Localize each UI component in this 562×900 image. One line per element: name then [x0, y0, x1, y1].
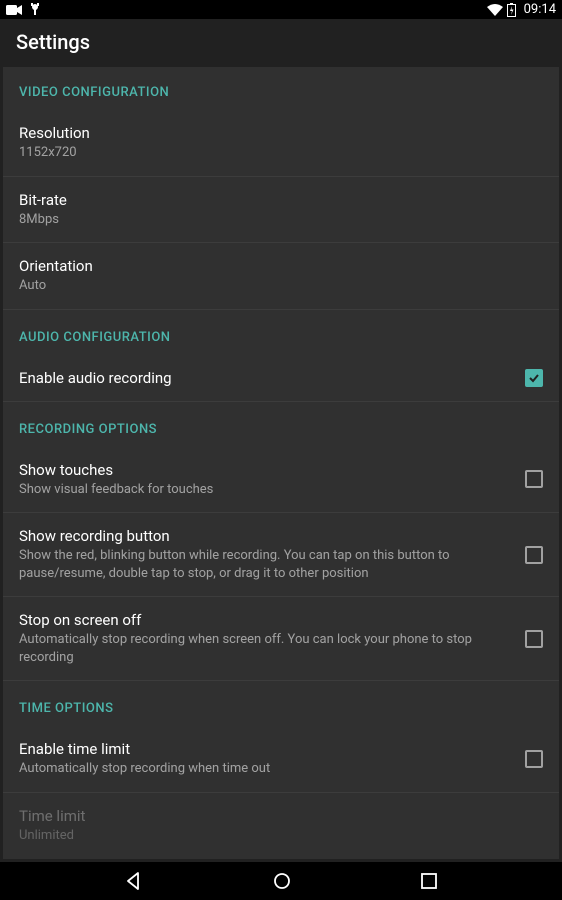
- wifi-icon: [487, 4, 503, 16]
- setting-title: Time limit: [19, 807, 531, 825]
- section-recording: RECORDING OPTIONS Show touches Show visu…: [3, 402, 559, 682]
- section-time: TIME OPTIONS Enable time limit Automatic…: [3, 681, 559, 858]
- setting-orientation[interactable]: Orientation Auto: [3, 243, 559, 310]
- section-audio: AUDIO CONFIGURATION Enable audio recordi…: [3, 310, 559, 402]
- battery-charging-icon: [507, 3, 516, 17]
- setting-bitrate[interactable]: Bit-rate 8Mbps: [3, 177, 559, 244]
- nav-back-icon[interactable]: [123, 870, 145, 892]
- setting-sub: Show the red, blinking button while reco…: [19, 547, 513, 582]
- setting-title: Show touches: [19, 461, 513, 479]
- section-header-audio: AUDIO CONFIGURATION: [3, 310, 559, 355]
- status-bar: 09:14: [0, 0, 562, 19]
- setting-time-limit: Time limit Unlimited: [3, 793, 559, 859]
- setting-stop-screen-off[interactable]: Stop on screen off Automatically stop re…: [3, 597, 559, 681]
- section-header-video: VIDEO CONFIGURATION: [3, 67, 559, 110]
- checkbox-enable-time-limit[interactable]: [525, 750, 543, 768]
- section-header-time: TIME OPTIONS: [3, 681, 559, 726]
- setting-title: Enable time limit: [19, 740, 513, 758]
- setting-title: Resolution: [19, 124, 531, 142]
- nav-home-icon[interactable]: [271, 870, 293, 892]
- usb-debug-icon: [30, 3, 40, 17]
- setting-title: Enable audio recording: [19, 369, 513, 387]
- navigation-bar: [0, 862, 562, 900]
- setting-enable-audio[interactable]: Enable audio recording: [3, 355, 559, 402]
- setting-show-recording-button[interactable]: Show recording button Show the red, blin…: [3, 513, 559, 597]
- setting-title: Stop on screen off: [19, 611, 513, 629]
- setting-sub: Automatically stop recording when screen…: [19, 631, 513, 666]
- checkbox-show-touches[interactable]: [525, 470, 543, 488]
- nav-recent-icon[interactable]: [419, 871, 439, 891]
- setting-value: 8Mbps: [19, 211, 531, 229]
- app-bar: Settings: [0, 19, 562, 64]
- setting-sub: Automatically stop recording when time o…: [19, 760, 513, 778]
- setting-value: Auto: [19, 277, 531, 295]
- setting-title: Show recording button: [19, 527, 513, 545]
- checkbox-enable-audio[interactable]: [525, 369, 543, 387]
- setting-sub: Show visual feedback for touches: [19, 481, 513, 499]
- checkbox-stop-screen-off[interactable]: [525, 630, 543, 648]
- setting-show-touches[interactable]: Show touches Show visual feedback for to…: [3, 447, 559, 514]
- setting-title: Bit-rate: [19, 191, 531, 209]
- section-video: VIDEO CONFIGURATION Resolution 1152x720 …: [3, 67, 559, 310]
- setting-title: Orientation: [19, 257, 531, 275]
- setting-enable-time-limit[interactable]: Enable time limit Automatically stop rec…: [3, 726, 559, 793]
- setting-resolution[interactable]: Resolution 1152x720: [3, 110, 559, 177]
- settings-list: VIDEO CONFIGURATION Resolution 1152x720 …: [3, 67, 559, 858]
- status-time: 09:14: [524, 2, 556, 17]
- setting-value: Unlimited: [19, 827, 531, 845]
- page-title: Settings: [16, 30, 90, 54]
- video-recording-icon: [6, 4, 22, 16]
- section-header-recording: RECORDING OPTIONS: [3, 402, 559, 447]
- checkbox-show-recording-button[interactable]: [525, 546, 543, 564]
- setting-value: 1152x720: [19, 144, 531, 162]
